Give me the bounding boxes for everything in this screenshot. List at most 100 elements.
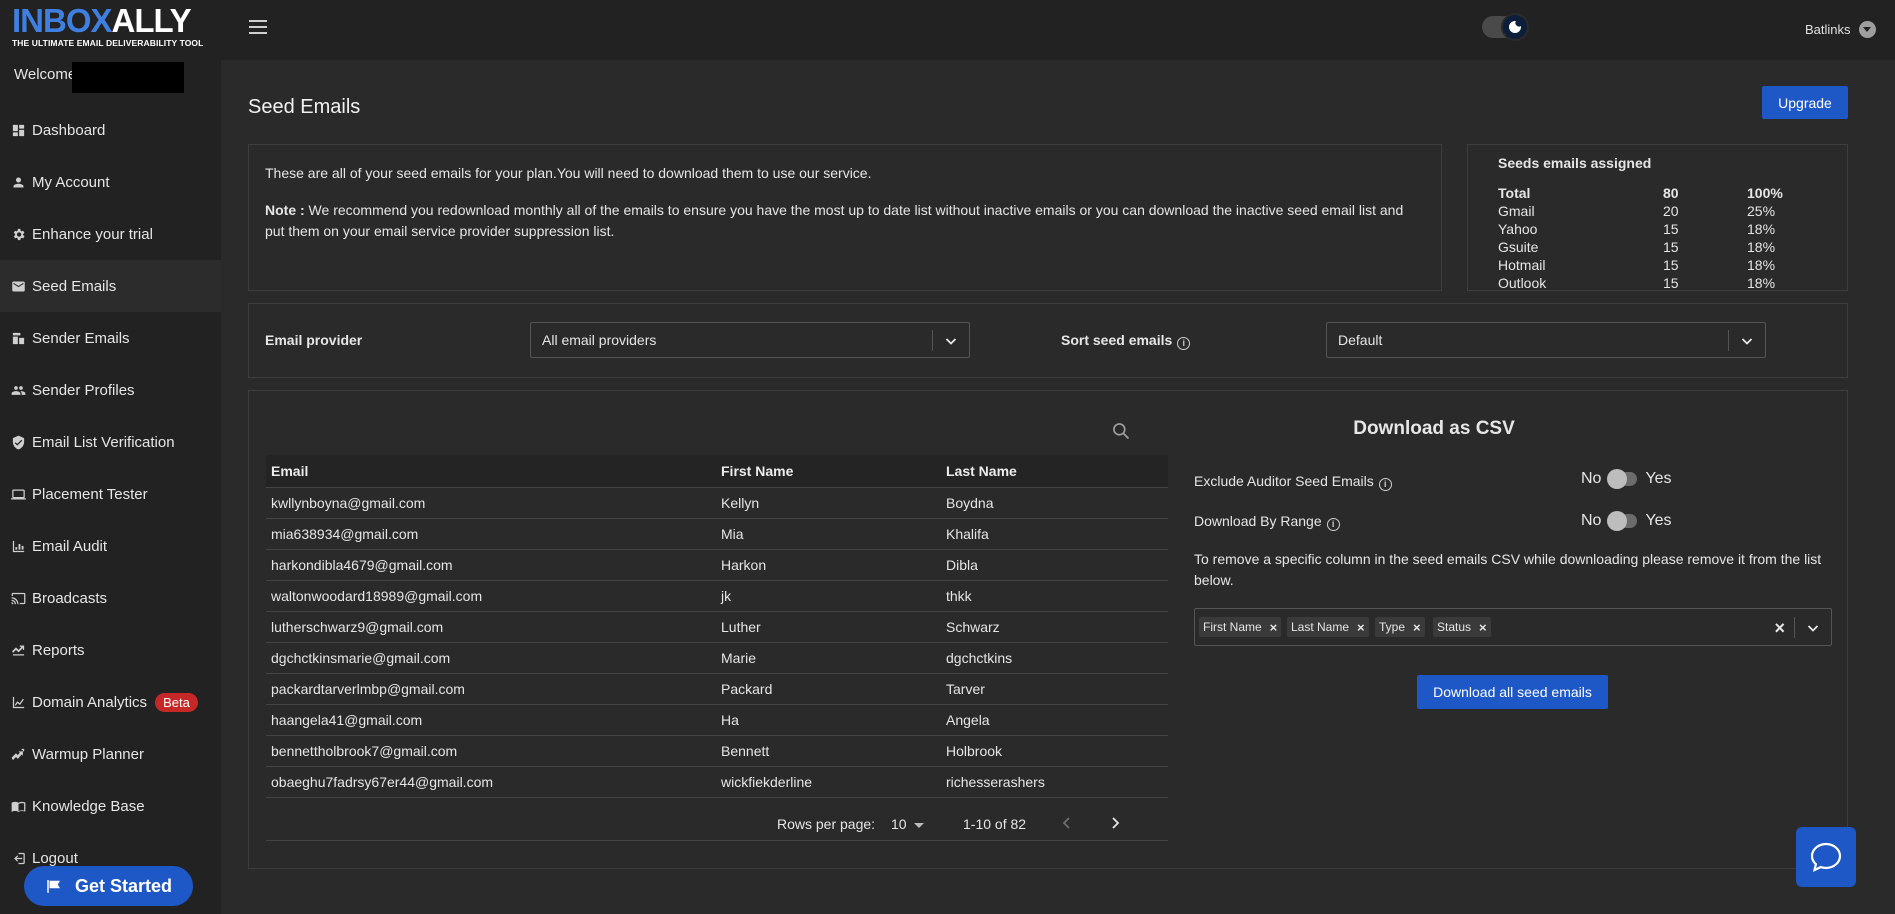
stats-pct: 25% xyxy=(1747,203,1776,219)
stats-row-gsuite: Gsuite 15 18% xyxy=(1498,238,1817,256)
exclude-auditor-text: Exclude Auditor Seed Emails xyxy=(1194,473,1374,489)
chat-support-button[interactable] xyxy=(1796,827,1856,887)
search-icon[interactable] xyxy=(1111,421,1131,441)
sort-value: Default xyxy=(1338,332,1383,348)
sidebar-item-sender-profiles[interactable]: Sender Profiles xyxy=(0,364,221,416)
sidebar-item-dashboard[interactable]: Dashboard xyxy=(0,104,221,156)
sidebar-item-seed-emails[interactable]: Seed Emails xyxy=(0,260,221,312)
get-started-button[interactable]: Get Started xyxy=(24,866,193,906)
sidebar-item-label: Knowledge Base xyxy=(32,797,145,815)
menu-icon[interactable] xyxy=(249,20,267,36)
cell-last-name: Khalifa xyxy=(941,518,1168,550)
remove-column-instructions: To remove a specific column in the seed … xyxy=(1194,551,1822,588)
stats-row-outlook: Outlook 15 18% xyxy=(1498,274,1817,292)
moon-icon[interactable] xyxy=(1501,13,1529,41)
chevron-down-icon[interactable] xyxy=(1807,622,1819,634)
chip-label: Last Name xyxy=(1291,620,1350,634)
sidebar-item-broadcasts[interactable]: Broadcasts xyxy=(0,572,221,624)
chip-first-name[interactable]: First Name × xyxy=(1199,617,1282,637)
chip-type[interactable]: Type × xyxy=(1375,617,1425,637)
stats-name: Gmail xyxy=(1498,203,1535,219)
table-row: haangela41@gmail.com Ha Angela xyxy=(266,704,1168,736)
stats-row-yahoo: Yahoo 15 18% xyxy=(1498,220,1817,238)
cell-email: haangela41@gmail.com xyxy=(266,704,716,736)
sidebar-item-enhance-trial[interactable]: Enhance your trial xyxy=(0,208,221,260)
chip-status[interactable]: Status × xyxy=(1433,617,1491,637)
sidebar-item-placement-tester[interactable]: Placement Tester xyxy=(0,468,221,520)
cell-first-name: Ha xyxy=(716,704,941,736)
cast-icon xyxy=(11,592,26,604)
sender-icon xyxy=(12,332,25,344)
info-icon[interactable]: i xyxy=(1177,337,1191,350)
sidebar-item-email-list-verification[interactable]: Email List Verification xyxy=(0,416,221,468)
sidebar-item-my-account[interactable]: My Account xyxy=(0,156,221,208)
rows-per-page-select[interactable]: 10 xyxy=(891,816,907,832)
download-by-range-toggle-group: No Yes xyxy=(1581,511,1672,531)
caret-down-icon[interactable] xyxy=(914,823,924,828)
chevron-left-icon[interactable] xyxy=(1060,816,1074,830)
table-row: kwllynboyna@gmail.com Kellyn Boydna xyxy=(266,487,1168,519)
cell-email: obaeghu7fadrsy67er44@gmail.com xyxy=(266,766,716,798)
info-icon[interactable]: i xyxy=(1378,478,1392,491)
sidebar-item-label: Enhance your trial xyxy=(32,225,153,243)
column-header-email[interactable]: Email xyxy=(266,455,716,488)
sidebar-item-warmup-planner[interactable]: Warmup Planner xyxy=(0,728,221,780)
close-icon[interactable]: × xyxy=(1357,620,1365,635)
sidebar-item-reports[interactable]: Reports xyxy=(0,624,221,676)
laptop-icon xyxy=(11,489,26,499)
cell-first-name: Packard xyxy=(716,673,941,705)
sidebar-item-domain-analytics[interactable]: Domain Analytics Beta xyxy=(0,676,221,728)
info-icon[interactable]: i xyxy=(1326,518,1340,531)
sidebar-item-label: Broadcasts xyxy=(32,589,108,607)
welcome-text: Welcome xyxy=(14,66,77,83)
close-icon[interactable]: × xyxy=(1479,620,1487,635)
sidebar-item-sender-emails[interactable]: Sender Emails xyxy=(0,312,221,364)
stats-count: 20 xyxy=(1663,203,1679,219)
rows-per-page-label: Rows per page: xyxy=(777,816,876,832)
stats-pct: 18% xyxy=(1747,221,1776,237)
cell-last-name: Boydna xyxy=(941,487,1168,519)
table-row: bennettholbrook7@gmail.com Bennett Holbroo… xyxy=(266,735,1168,767)
logout-icon xyxy=(14,852,25,864)
chip-last-name[interactable]: Last Name × xyxy=(1287,617,1369,637)
stats-count: 15 xyxy=(1663,275,1679,291)
stats-row-total: Total 80 100% xyxy=(1498,184,1817,202)
email-provider-value: All email providers xyxy=(542,332,657,348)
seed-stats-panel: Seeds emails assigned Total 80 100% Gmai… xyxy=(1467,144,1848,291)
cell-first-name: Bennett xyxy=(716,735,941,767)
download-all-seed-emails-button[interactable]: Download all seed emails xyxy=(1417,675,1608,709)
stats-pct: 18% xyxy=(1747,257,1776,273)
chevron-right-icon[interactable] xyxy=(1108,816,1122,830)
csv-columns-multiselect[interactable]: First Name × Last Name × Type × Status × × xyxy=(1194,608,1832,646)
sidebar-item-knowledge-base[interactable]: Knowledge Base xyxy=(0,780,221,832)
report-icon xyxy=(12,645,25,655)
stats-count: 15 xyxy=(1663,221,1679,237)
close-icon[interactable]: × xyxy=(1413,620,1421,635)
column-header-first-name[interactable]: First Name xyxy=(716,455,941,488)
sort-seed-emails-select[interactable]: Default xyxy=(1326,322,1766,358)
clear-all-icon[interactable]: × xyxy=(1774,618,1785,639)
user-menu[interactable]: Batlinks xyxy=(1805,21,1876,38)
table-row: lutherschwarz9@gmail.com Luther Schwarz xyxy=(266,611,1168,643)
exclude-auditor-switch[interactable] xyxy=(1607,469,1638,489)
download-by-range-switch[interactable] xyxy=(1607,511,1638,531)
column-header-last-name[interactable]: Last Name xyxy=(941,455,1168,488)
people-icon xyxy=(11,385,26,395)
email-provider-label: Email provider xyxy=(265,332,363,348)
exclude-auditor-label: Exclude Auditor Seed Emails i xyxy=(1194,473,1392,491)
email-provider-select[interactable]: All email providers xyxy=(530,322,970,358)
download-by-range-text: Download By Range xyxy=(1194,513,1322,529)
stats-name: Total xyxy=(1498,185,1531,201)
logo-text-ally: ALLY xyxy=(111,2,192,39)
sidebar-item-email-audit[interactable]: Email Audit xyxy=(0,520,221,572)
upgrade-button[interactable]: Upgrade xyxy=(1762,86,1848,119)
sort-label-text: Sort seed emails xyxy=(1061,332,1173,348)
stats-count: 15 xyxy=(1663,257,1679,273)
shield-icon xyxy=(12,435,25,449)
close-icon[interactable]: × xyxy=(1270,620,1278,635)
cell-email: packardtarverlmbp@gmail.com xyxy=(266,673,716,705)
note-label: Note : xyxy=(265,202,305,218)
user-name: Batlinks xyxy=(1805,22,1851,37)
note-text: Note : We recommend you redownload month… xyxy=(265,200,1425,242)
logo[interactable]: INBOXALLY THE ULTIMATE EMAIL DELIVERABIL… xyxy=(12,2,212,49)
